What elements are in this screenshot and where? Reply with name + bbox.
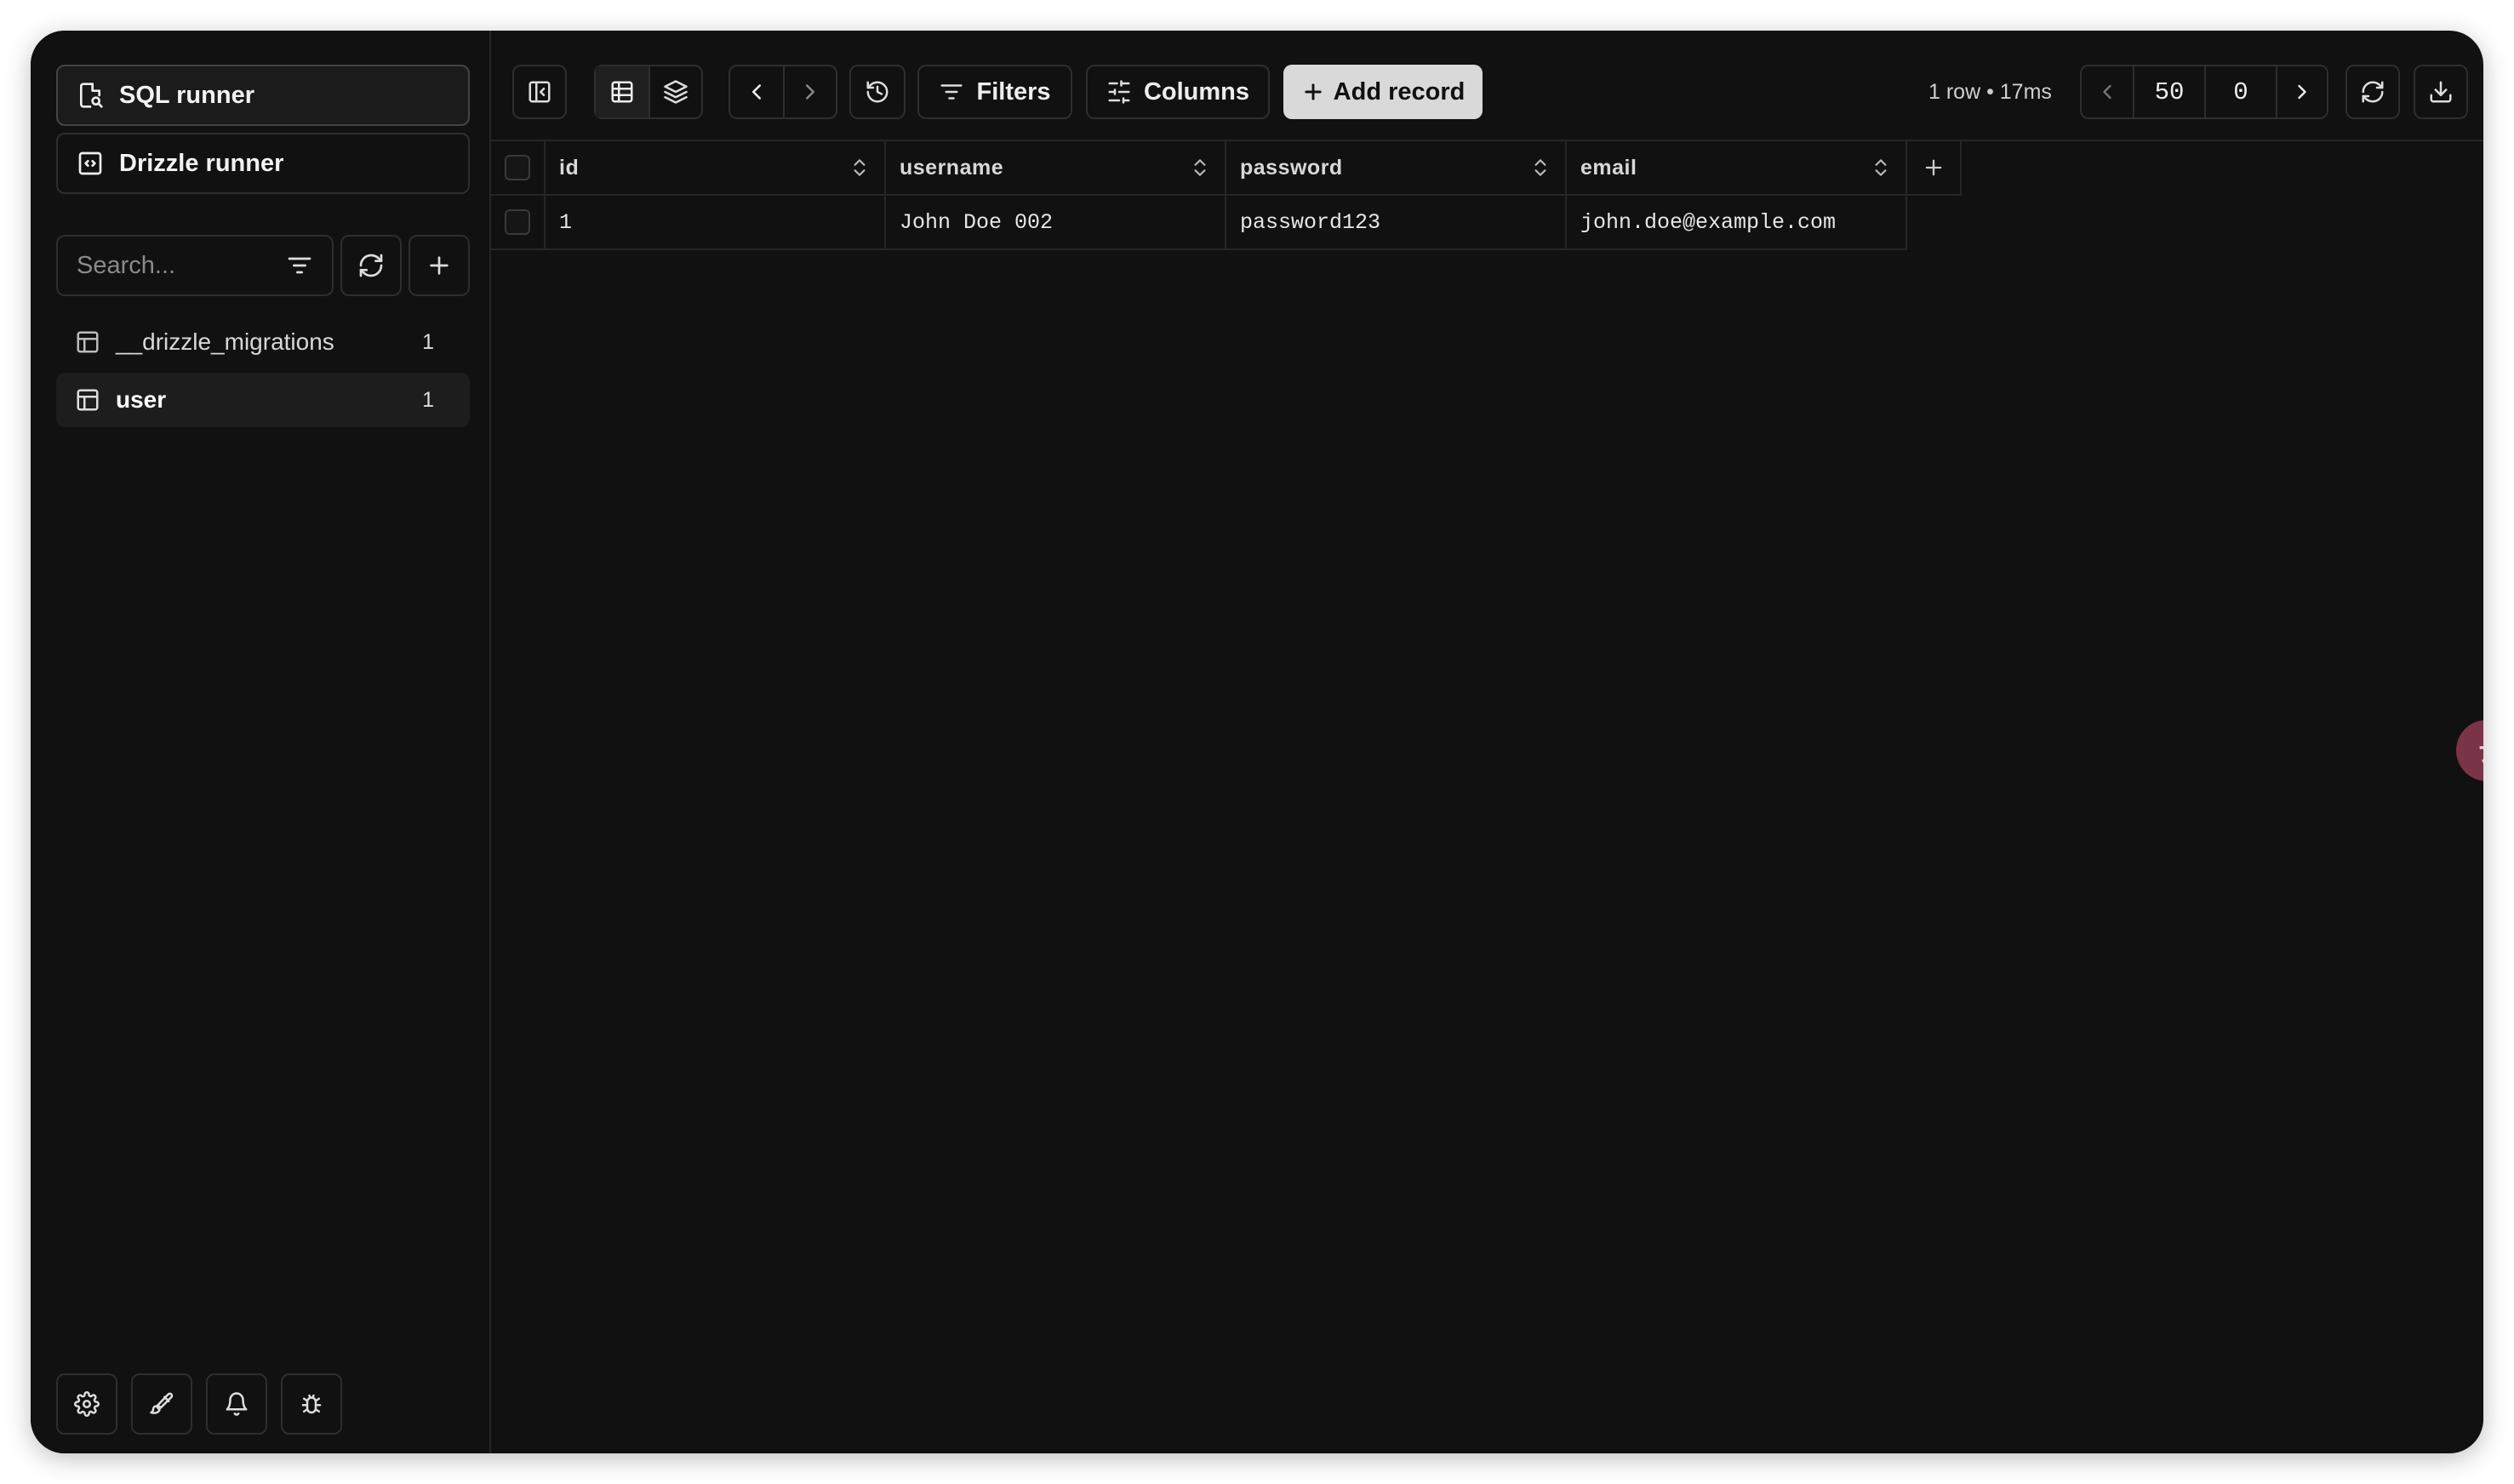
gear-icon (74, 1391, 100, 1417)
history-nav-group (728, 65, 837, 119)
table-cell-email[interactable]: john.doe@example.com (1567, 196, 1907, 250)
filters-label: Filters (976, 77, 1051, 106)
prev-page-button[interactable] (2082, 66, 2133, 117)
next-page-button[interactable] (2275, 66, 2327, 117)
column-header-label: password (1240, 155, 1343, 180)
app-window: SQL runner Drizzle runner __drizzle_migr… (31, 31, 2483, 1453)
add-record-label: Add record (1333, 77, 1466, 106)
chevron-left-icon (752, 84, 761, 100)
bell-icon (226, 1392, 248, 1416)
sort-icon[interactable] (1529, 157, 1551, 179)
sliders-icon (1108, 80, 1130, 104)
column-header-username[interactable]: username (886, 141, 1226, 196)
history-button[interactable] (849, 65, 906, 119)
limit-input[interactable] (2134, 66, 2204, 117)
chevron-left-icon (2103, 84, 2111, 100)
table-row-count: 1 (422, 387, 434, 412)
sql-file-icon (80, 83, 103, 108)
sql-runner-button[interactable]: SQL runner (56, 65, 470, 126)
settings-button[interactable] (56, 1373, 117, 1435)
toggle-sidebar-button[interactable] (512, 65, 567, 119)
column-header-label: id (559, 155, 580, 180)
data-grid: id username password email 1 John Doe 00… (491, 140, 2483, 1453)
chevron-right-icon (2298, 84, 2306, 100)
drizzle-runner-button[interactable]: Drizzle runner (56, 133, 470, 194)
refresh-tables-button[interactable] (340, 235, 402, 296)
drizzle-runner-label: Drizzle runner (119, 149, 284, 177)
view-toggle-group (594, 65, 703, 119)
select-all-cell (491, 141, 546, 196)
structure-view-button[interactable] (648, 66, 701, 117)
theme-button[interactable] (131, 1373, 192, 1435)
table-item-user[interactable]: user 1 (56, 373, 470, 427)
column-header-label: email (1580, 155, 1637, 180)
table-icon (77, 331, 99, 353)
columns-button[interactable]: Columns (1086, 65, 1270, 119)
table-view-button[interactable] (596, 66, 648, 117)
select-all-checkbox[interactable] (505, 155, 530, 180)
offset-input[interactable] (2205, 66, 2276, 117)
refresh-data-button[interactable] (2345, 65, 2400, 119)
download-icon (2430, 81, 2452, 103)
table-item-drizzle-migrations[interactable]: __drizzle_migrations 1 (56, 315, 470, 369)
panel-left-close-icon (529, 81, 551, 103)
sort-icon[interactable] (1870, 157, 1892, 179)
column-header-password[interactable]: password (1226, 141, 1567, 196)
filters-button[interactable]: Filters (917, 65, 1072, 119)
add-record-button[interactable]: Add record (1283, 65, 1483, 119)
table-grid-icon (611, 81, 633, 103)
layers-icon (664, 80, 688, 104)
table-cell-username[interactable]: John Doe 002 (886, 196, 1226, 250)
export-button[interactable] (2414, 65, 2468, 119)
plus-icon (1925, 159, 1942, 176)
search-input[interactable] (77, 251, 264, 280)
filter-icon (940, 84, 963, 100)
columns-label: Columns (1143, 77, 1250, 106)
add-table-button[interactable] (409, 235, 470, 296)
sql-runner-label: SQL runner (119, 81, 254, 109)
plus-icon (1305, 83, 1322, 100)
sidebar: SQL runner Drizzle runner __drizzle_migr… (31, 31, 491, 1453)
pagination (2080, 65, 2328, 119)
debug-button[interactable] (281, 1373, 342, 1435)
forward-button[interactable] (783, 66, 836, 117)
refresh-icon (359, 254, 383, 277)
row-count-status: 1 row • 17ms (1928, 79, 2052, 104)
column-header-label: username (900, 155, 1004, 180)
refresh-icon (2362, 81, 2384, 103)
filter-icon[interactable] (286, 252, 313, 279)
table-cell-password[interactable]: password123 (1226, 196, 1567, 250)
bug-icon (301, 1394, 322, 1414)
column-header-email[interactable]: email (1567, 141, 1907, 196)
notifications-button[interactable] (206, 1373, 267, 1435)
history-icon (866, 81, 888, 103)
sort-icon[interactable] (848, 157, 871, 179)
table-cell-id[interactable]: 1 (546, 196, 886, 250)
sort-icon[interactable] (1189, 157, 1211, 179)
row-checkbox[interactable] (505, 209, 530, 235)
table-icon (77, 389, 99, 411)
back-button[interactable] (730, 66, 783, 117)
add-column-button[interactable] (1907, 141, 1962, 196)
column-header-id[interactable]: id (546, 141, 886, 196)
code-square-icon (78, 151, 102, 175)
chevron-right-icon (806, 84, 814, 100)
search-box (56, 235, 334, 296)
row-select-cell (491, 196, 546, 250)
table-name: user (116, 386, 167, 413)
table-row-count: 1 (422, 329, 434, 354)
plus-icon (430, 256, 449, 275)
table-name: __drizzle_migrations (116, 328, 334, 355)
paintbrush-icon (150, 1392, 174, 1414)
